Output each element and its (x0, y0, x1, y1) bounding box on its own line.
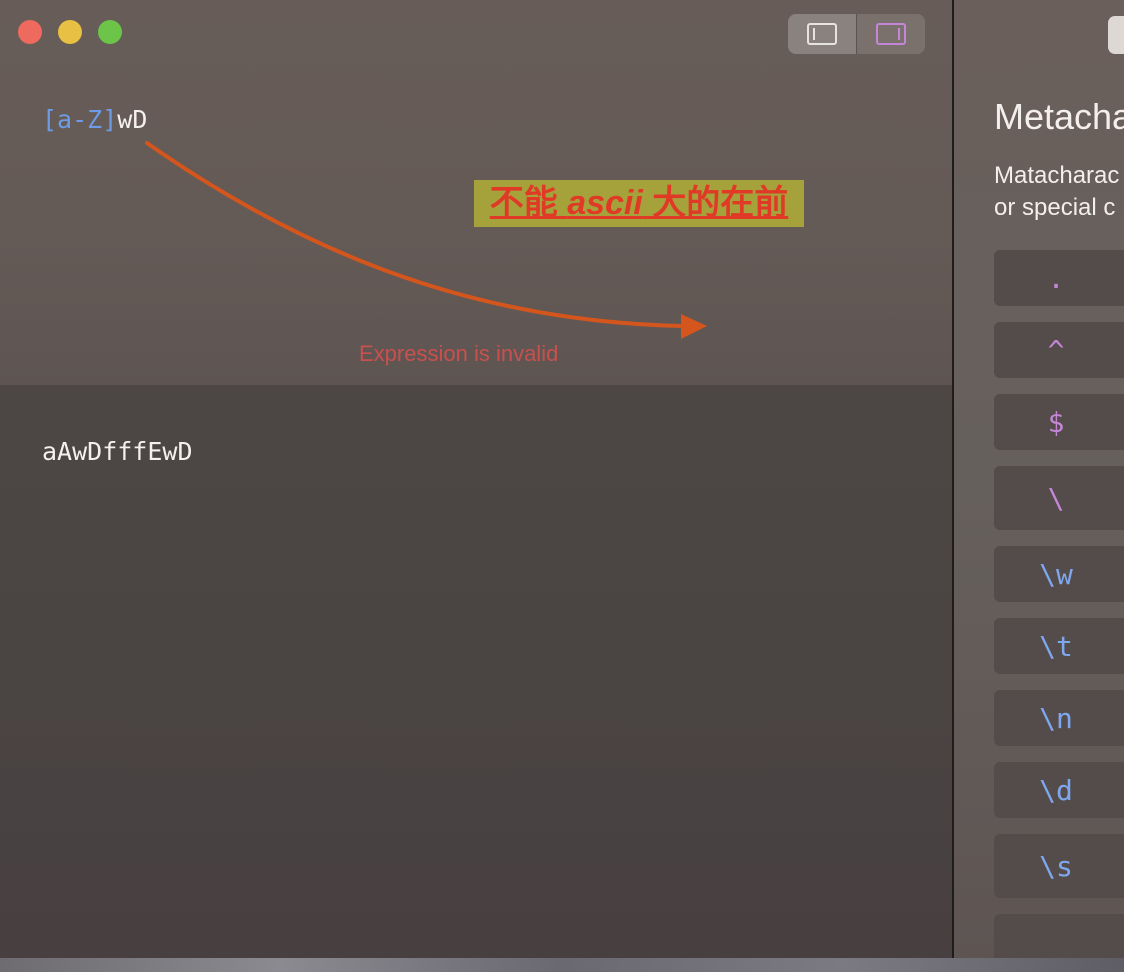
annotation-italic: ascii (567, 184, 643, 222)
sidebar-toggle-group (788, 14, 925, 54)
token-label: \d (1039, 773, 1073, 807)
toggle-left-panel-button[interactable] (788, 14, 857, 54)
description-line-2: or special c (994, 194, 1116, 221)
token-label: \t (1039, 629, 1073, 663)
token-item[interactable]: ^ (994, 322, 1124, 378)
test-string-text[interactable]: aAwDfffEwD (42, 434, 193, 470)
app-window: [a-Z]wD 不能 ascii 大的在前 Expression is inva… (0, 0, 1124, 958)
desktop-background-strip (0, 958, 1124, 972)
token-label: \n (1039, 701, 1073, 735)
minimize-button[interactable] (58, 20, 82, 44)
regex-expression-input[interactable]: [a-Z]wD (42, 103, 147, 137)
reference-sidebar: Metacha Matacharac or special c . ^ $ \ … (954, 0, 1124, 958)
token-item[interactable]: \ (994, 466, 1124, 530)
left-panel-icon (807, 23, 837, 45)
error-message: Expression is invalid (359, 341, 559, 366)
test-string-editor[interactable]: aAwDfffEwD (0, 385, 952, 958)
reference-description: Matacharac or special c (994, 160, 1119, 224)
annotation-note: 不能 ascii 大的在前 (474, 180, 804, 227)
reference-title: Metacha (994, 96, 1124, 137)
token-label: \s (1039, 849, 1073, 883)
token-item[interactable]: . (994, 250, 1124, 306)
editor-pane: [a-Z]wD 不能 ascii 大的在前 Expression is inva… (0, 0, 952, 958)
right-panel-icon (876, 23, 906, 45)
token-label: \ (1047, 481, 1065, 515)
token-item[interactable]: \d (994, 762, 1124, 818)
token-item[interactable]: \w (994, 546, 1124, 602)
token-item[interactable]: $ (994, 394, 1124, 450)
token-label: ^ (1047, 333, 1065, 367)
expression-editor[interactable]: [a-Z]wD 不能 ascii 大的在前 Expression is inva… (0, 0, 952, 385)
token-item[interactable]: \n (994, 690, 1124, 746)
maximize-button[interactable] (98, 20, 122, 44)
character-class-token: [a-Z] (42, 105, 118, 134)
close-button[interactable] (18, 20, 42, 44)
description-line-1: Matacharac (994, 162, 1120, 189)
token-label: \w (1039, 557, 1073, 591)
token-item[interactable]: \s (994, 834, 1124, 898)
expression-rest-token: wD (117, 105, 148, 134)
token-item[interactable]: \t (994, 618, 1124, 674)
toggle-right-panel-button[interactable] (857, 14, 925, 54)
annotation-suffix: 大的在前 (642, 184, 789, 222)
sidebar-toolbar-button[interactable] (1108, 16, 1124, 54)
token-label: . (1047, 261, 1065, 295)
token-item[interactable] (994, 914, 1124, 958)
token-label: $ (1047, 405, 1065, 439)
token-label (994, 914, 1118, 958)
annotation-prefix: 不能 (489, 184, 568, 222)
